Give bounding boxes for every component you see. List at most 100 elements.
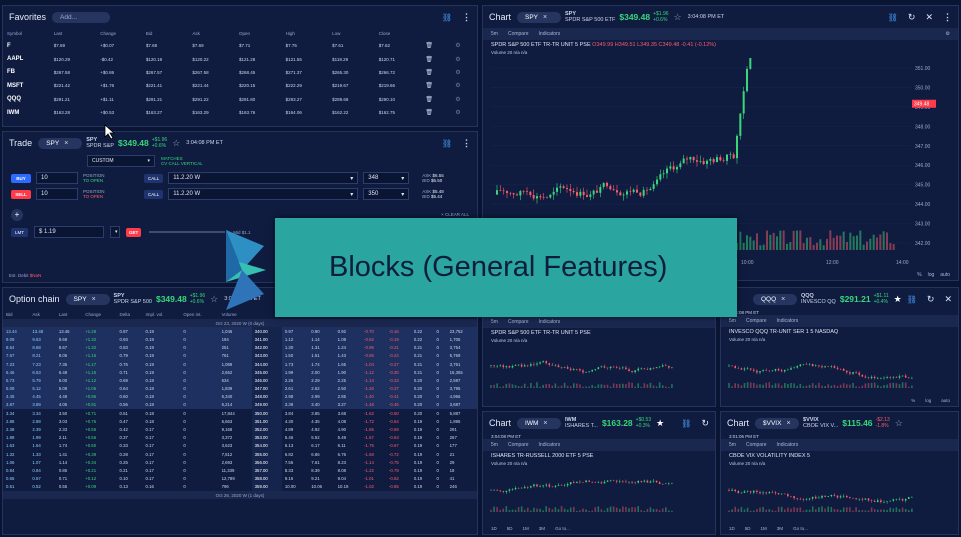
- more-menu-icon[interactable]: ⋮: [462, 12, 471, 23]
- indicators-button[interactable]: Indicators: [539, 31, 561, 37]
- option-row[interactable]: 4.45 4.45 4.49 +0.96 0.60 0.18 0 6,340 348.00 2.9…: [3, 392, 477, 401]
- scale-toggle[interactable]: %: [917, 272, 921, 278]
- strategy-select[interactable]: CUSTOM ▾: [87, 155, 155, 167]
- clear-icon[interactable]: ×: [786, 420, 790, 427]
- column-header[interactable]: Last: [56, 310, 82, 319]
- option-row[interactable]: 0.66 0.67 0.71 +0.12 0.10 0.17 0 12,789 358.00 9.…: [3, 474, 477, 483]
- star-icon[interactable]: ☆: [210, 294, 218, 305]
- option-type-button[interactable]: CALL: [144, 189, 164, 199]
- option-row[interactable]: 0.84 0.84 0.86 +0.21 0.21 0.17 0 11,339 357.00 8.…: [3, 466, 477, 475]
- expiration-row[interactable]: Oct 26, 2020 W (1 days): [3, 490, 477, 500]
- option-row[interactable]: 7.67 8.21 8.05 +1.15 0.79 0.19 0 761 343.00 1.50 1…: [3, 351, 477, 360]
- refresh-icon[interactable]: ↻: [927, 294, 935, 305]
- star-icon[interactable]: ☆: [674, 12, 682, 23]
- get-button[interactable]: GET: [126, 227, 142, 237]
- favorite-row[interactable]: FB $267.58 +$0.86 $267.57 $267.58 $268.45 $271…: [3, 66, 477, 79]
- option-type-button[interactable]: CALL: [144, 173, 164, 183]
- tif-select[interactable]: ▾: [110, 226, 120, 238]
- side-button[interactable]: BUY: [11, 173, 31, 183]
- trash-icon[interactable]: 🗑: [425, 83, 433, 89]
- star-icon[interactable]: ★: [894, 294, 902, 305]
- column-header[interactable]: Impl. vol.: [143, 310, 181, 319]
- favorite-row[interactable]: MSFT $221.42 +$1.76 $221.41 $221.44 $220.15 $2…: [3, 79, 477, 92]
- column-header[interactable]: Delta: [117, 310, 143, 319]
- clear-icon[interactable]: ×: [64, 140, 68, 147]
- column-header[interactable]: Ask: [188, 28, 235, 39]
- expiration-select[interactable]: 11.2.20 W ▾: [168, 188, 359, 200]
- settings-icon[interactable]: ⚙: [946, 31, 950, 37]
- clear-icon[interactable]: ×: [543, 420, 547, 427]
- scale-toggle[interactable]: log: [928, 272, 935, 278]
- trash-icon[interactable]: 🗑: [425, 97, 433, 103]
- add-symbol-input[interactable]: Add...: [52, 11, 111, 23]
- add-leg-button[interactable]: +: [11, 209, 23, 221]
- favorite-row[interactable]: QQQ $291.21 +$1.11 $291.21 $291.22 $291.80 $29…: [3, 93, 477, 106]
- compare-button[interactable]: Compare: [508, 31, 529, 37]
- spy-mini-chart[interactable]: [487, 350, 691, 390]
- clear-icon[interactable]: ×: [92, 296, 96, 303]
- star-icon[interactable]: ☆: [172, 138, 180, 149]
- clear-icon[interactable]: ×: [781, 296, 785, 303]
- column-header[interactable]: Open: [235, 28, 282, 39]
- more-menu-icon[interactable]: ⋮: [462, 138, 471, 149]
- symbol-input[interactable]: SPY ×: [38, 137, 83, 149]
- expiration-select[interactable]: 11.2.20 W ▾: [168, 172, 359, 184]
- option-row[interactable]: 1.32 1.33 1.41 +0.39 0.28 0.17 0 7,512 355.00 6.8…: [3, 450, 477, 459]
- option-row[interactable]: 2.88 2.88 3.03 +0.76 0.47 0.18 0 6,663 351.00 4.3…: [3, 417, 477, 426]
- column-header[interactable]: Bid: [3, 310, 29, 319]
- vvix-mini-chart[interactable]: [725, 474, 931, 514]
- option-row[interactable]: 9.09 9.63 9.69 +1.32 0.93 0.19 0 194 341.00 1.12 1…: [3, 335, 477, 344]
- column-header[interactable]: Low: [328, 28, 375, 39]
- column-header[interactable]: Bid: [142, 28, 189, 39]
- option-row[interactable]: 0.51 0.52 0.55 +0.09 0.13 0.16 0 796 359.00 10.00…: [3, 482, 477, 491]
- more-menu-icon[interactable]: ⋮: [943, 12, 952, 23]
- link-icon[interactable]: ⛓: [907, 295, 917, 304]
- column-header[interactable]: Last: [50, 28, 97, 39]
- link-icon[interactable]: ⛓: [681, 419, 691, 428]
- column-header[interactable]: Symbol: [3, 28, 50, 39]
- limit-price-input[interactable]: $ 1.19: [34, 226, 104, 238]
- star-icon[interactable]: ★: [656, 418, 664, 429]
- settings-icon[interactable]: ⚙: [455, 83, 460, 89]
- strike-select[interactable]: 348 ▾: [363, 172, 410, 184]
- settings-icon[interactable]: ⚙: [455, 43, 460, 49]
- favorite-row[interactable]: AAPL $120.29 -$0.42 $120.19 $120.22 $121.28 $1…: [3, 52, 477, 65]
- link-icon[interactable]: ⛓: [442, 139, 452, 148]
- trash-icon[interactable]: 🗑: [425, 43, 433, 49]
- link-icon[interactable]: ⛓: [888, 13, 898, 22]
- quantity-input[interactable]: 10: [36, 188, 78, 200]
- favorite-row[interactable]: IWM $163.28 +$0.53 $163.27 $163.29 $163.76 $16…: [3, 106, 477, 119]
- clear-icon[interactable]: ×: [543, 14, 547, 21]
- column-header[interactable]: Ask: [29, 310, 55, 319]
- option-row[interactable]: 3.87 3.89 4.05 +0.91 0.56 0.18 0 6,214 349.00 3.3…: [3, 400, 477, 410]
- link-icon[interactable]: ⛓: [442, 13, 452, 22]
- option-row[interactable]: 6.46 6.53 6.48 +1.15 0.71 0.19 0 2,652 345.00 1.9…: [3, 368, 477, 377]
- option-row[interactable]: 2.38 2.39 2.33 +0.55 0.42 0.17 0 9,168 352.00 4.8…: [3, 425, 477, 434]
- symbol-input[interactable]: IWM ×: [517, 417, 562, 429]
- column-header[interactable]: Open int.: [180, 310, 218, 319]
- close-icon[interactable]: ✕: [944, 294, 952, 305]
- symbol-input[interactable]: $VVIX ×: [755, 417, 800, 429]
- qqq-mini-chart[interactable]: [725, 350, 931, 390]
- quantity-input[interactable]: 10: [36, 172, 78, 184]
- option-row[interactable]: 8.64 8.68 8.67 +1.32 0.83 0.19 0 251 342.00 1.30 1…: [3, 343, 477, 352]
- favorite-row[interactable]: F $7.69 +$0.07 $7.68 $7.69 $7.71 $7.75 $7.61 $7.…: [3, 39, 477, 52]
- settings-icon[interactable]: ⚙: [455, 97, 460, 103]
- close-icon[interactable]: ✕: [925, 12, 933, 23]
- iwm-mini-chart[interactable]: [487, 474, 691, 514]
- expiration-row[interactable]: Oct 23, 2020 W (0 days): [3, 319, 477, 328]
- symbol-input[interactable]: SPY ×: [65, 293, 110, 305]
- order-type-select[interactable]: LMT: [11, 227, 28, 237]
- option-row[interactable]: 1.98 1.99 2.11 +0.56 0.37 0.17 0 3,372 353.00 5.4…: [3, 433, 477, 442]
- price-slider[interactable]: [147, 227, 227, 237]
- column-header[interactable]: High: [282, 28, 329, 39]
- symbol-input[interactable]: SPY ×: [517, 11, 562, 23]
- trash-icon[interactable]: 🗑: [425, 70, 433, 76]
- strike-select[interactable]: 350 ▾: [363, 188, 410, 200]
- option-row[interactable]: 5.73 5.79 6.00 +1.12 0.69 0.18 0 634 346.00 2.26 2…: [3, 376, 477, 385]
- option-row[interactable]: 7.23 7.23 7.35 +1.17 0.76 0.19 0 1,089 344.00 1.7…: [3, 359, 477, 369]
- settings-icon[interactable]: ⚙: [455, 70, 460, 76]
- scale-toggle[interactable]: auto: [940, 272, 950, 278]
- symbol-input[interactable]: QQQ ×: [753, 293, 797, 305]
- column-header[interactable]: Change: [96, 28, 142, 39]
